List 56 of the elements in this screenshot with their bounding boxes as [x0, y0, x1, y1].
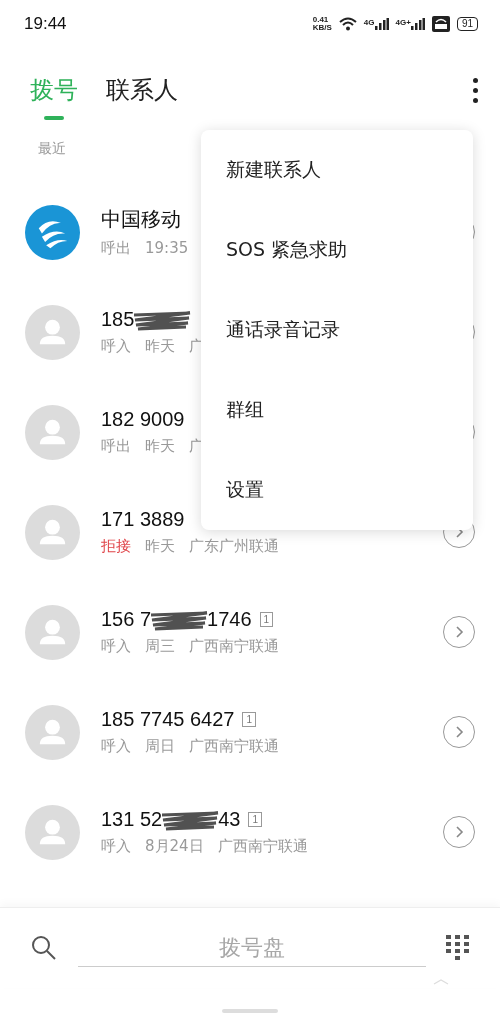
call-type: 拒接 — [101, 537, 131, 556]
phone-number: 中国移动 — [101, 207, 181, 232]
operator-logo-icon — [25, 204, 80, 260]
battery-indicator: 91 — [456, 17, 478, 31]
call-type: 呼出 — [101, 239, 131, 258]
hd-voice-icon — [431, 16, 450, 32]
phone-number: 131 52 — [101, 808, 163, 831]
search-icon[interactable] — [30, 934, 58, 962]
wifi-icon — [338, 17, 357, 31]
call-location: 广西南宁联通 — [217, 837, 308, 856]
call-type: 呼入 — [101, 637, 131, 656]
call-time: 昨天 — [145, 437, 175, 456]
phone-number: 182 9009 — [101, 408, 185, 431]
menu-item[interactable]: 群组 — [201, 370, 473, 450]
call-time: 周三 — [145, 637, 175, 656]
sim-card-icon: 1 — [259, 612, 274, 627]
contact-avatar-icon — [25, 704, 80, 760]
tab[interactable]: 联系人 — [96, 68, 188, 120]
dialpad-icon[interactable] — [446, 935, 470, 961]
call-location: 广西南宁联通 — [189, 737, 279, 756]
call-time: 周日 — [145, 737, 175, 756]
menu-item[interactable]: SOS 紧急求助 — [201, 210, 473, 290]
call-location: 广东广州联通 — [189, 537, 279, 556]
contact-avatar-icon — [25, 304, 80, 360]
call-type: 呼入 — [101, 837, 131, 856]
menu-item[interactable]: 新建联系人 — [201, 130, 473, 210]
call-time: 昨天 — [145, 537, 175, 556]
call-time: 19:35 — [145, 239, 189, 258]
signal-icon — [410, 18, 425, 30]
contact-avatar-icon — [25, 604, 80, 660]
contact-avatar-icon — [25, 404, 80, 460]
phone-number: 156 7 — [101, 608, 152, 631]
call-type: 呼入 — [101, 737, 131, 756]
phone-number: 1746 — [207, 608, 252, 631]
call-time: 8月24日 — [145, 837, 204, 856]
network-speed: 0.41 KB/S — [312, 16, 332, 32]
call-location: 广西南宁联通 — [189, 637, 279, 656]
contact-avatar-icon — [25, 804, 80, 860]
sim-card-icon: 1 — [248, 812, 262, 827]
phone-number: 43 — [218, 808, 241, 831]
sim-card-icon: 1 — [242, 712, 257, 727]
call-type: 呼入 — [101, 337, 131, 356]
section-header: 最近 — [38, 140, 66, 158]
phone-number: 185 — [101, 308, 135, 331]
network-label: 4G — [363, 18, 375, 27]
collapse-chevron-icon[interactable] — [433, 979, 449, 985]
phone-number: 185 7745 6427 — [101, 708, 235, 731]
signal-icon — [374, 18, 389, 30]
call-type: 呼出 — [101, 437, 131, 456]
call-time: 昨天 — [145, 337, 175, 356]
menu-item[interactable]: 通话录音记录 — [201, 290, 473, 370]
status-time: 19:44 — [24, 14, 67, 34]
phone-number: 171 3889 — [101, 508, 185, 531]
contact-avatar-icon — [25, 504, 80, 560]
network-label: 4G+ — [395, 18, 411, 27]
menu-item[interactable]: 设置 — [201, 450, 473, 530]
